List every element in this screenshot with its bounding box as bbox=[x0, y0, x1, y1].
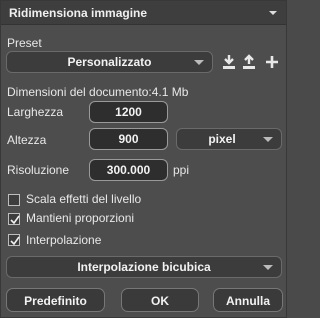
ok-button-label: OK bbox=[151, 294, 169, 308]
default-button-label: Predefinito bbox=[24, 294, 87, 308]
width-value: 1200 bbox=[115, 105, 142, 119]
check-icon bbox=[10, 236, 20, 246]
keep-proportions-label: Mantieni proporzioni bbox=[26, 211, 135, 225]
interpolation-checkbox[interactable] bbox=[8, 234, 20, 246]
plus-icon[interactable] bbox=[264, 53, 280, 71]
check-icon bbox=[10, 215, 20, 225]
scale-effects-checkbox[interactable] bbox=[8, 194, 20, 206]
panel-title: Ridimensiona immagine bbox=[9, 6, 148, 20]
unit-value: pixel bbox=[208, 132, 236, 146]
document-size-value: 4.1 Mb bbox=[151, 85, 189, 99]
scale-effects-label: Scala effetti del livello bbox=[26, 192, 142, 206]
chevron-down-icon[interactable] bbox=[269, 11, 277, 15]
document-size-label: Dimensioni del documento:4.1 Mb bbox=[7, 85, 189, 99]
resolution-input[interactable]: 300.000 bbox=[89, 159, 168, 181]
interpolation-dropdown[interactable]: Interpolazione bicubica bbox=[6, 256, 282, 278]
interpolation-label: Interpolazione bbox=[26, 233, 102, 247]
ok-button[interactable]: OK bbox=[121, 288, 199, 312]
height-input[interactable]: 900 bbox=[89, 128, 168, 150]
preset-value: Personalizzato bbox=[67, 55, 152, 69]
download-icon[interactable] bbox=[221, 53, 237, 71]
resolution-value: 300.000 bbox=[106, 163, 151, 177]
preset-dropdown[interactable]: Personalizzato bbox=[6, 51, 213, 73]
width-input[interactable]: 1200 bbox=[89, 101, 168, 123]
default-button[interactable]: Predefinito bbox=[6, 288, 105, 312]
height-value: 900 bbox=[118, 132, 139, 146]
cancel-button-label: Annulla bbox=[226, 294, 270, 308]
height-label: Altezza bbox=[7, 133, 47, 147]
chevron-down-icon bbox=[263, 137, 273, 142]
chevron-down-icon bbox=[263, 265, 273, 270]
upload-icon[interactable] bbox=[241, 53, 257, 71]
resolution-unit: ppi bbox=[173, 163, 190, 177]
resolution-label: Risoluzione bbox=[7, 163, 70, 177]
chevron-down-icon bbox=[194, 60, 204, 65]
panel-header: Ridimensiona immagine bbox=[1, 1, 286, 25]
preset-label: Preset bbox=[7, 36, 42, 50]
unit-dropdown[interactable]: pixel bbox=[176, 128, 282, 150]
cancel-button[interactable]: Annulla bbox=[213, 288, 283, 312]
interpolation-value: Interpolazione bicubica bbox=[77, 260, 211, 274]
keep-proportions-checkbox[interactable] bbox=[8, 213, 20, 225]
resize-image-panel: Ridimensiona immagine Preset Personalizz… bbox=[0, 0, 287, 318]
width-label: Larghezza bbox=[7, 105, 64, 119]
